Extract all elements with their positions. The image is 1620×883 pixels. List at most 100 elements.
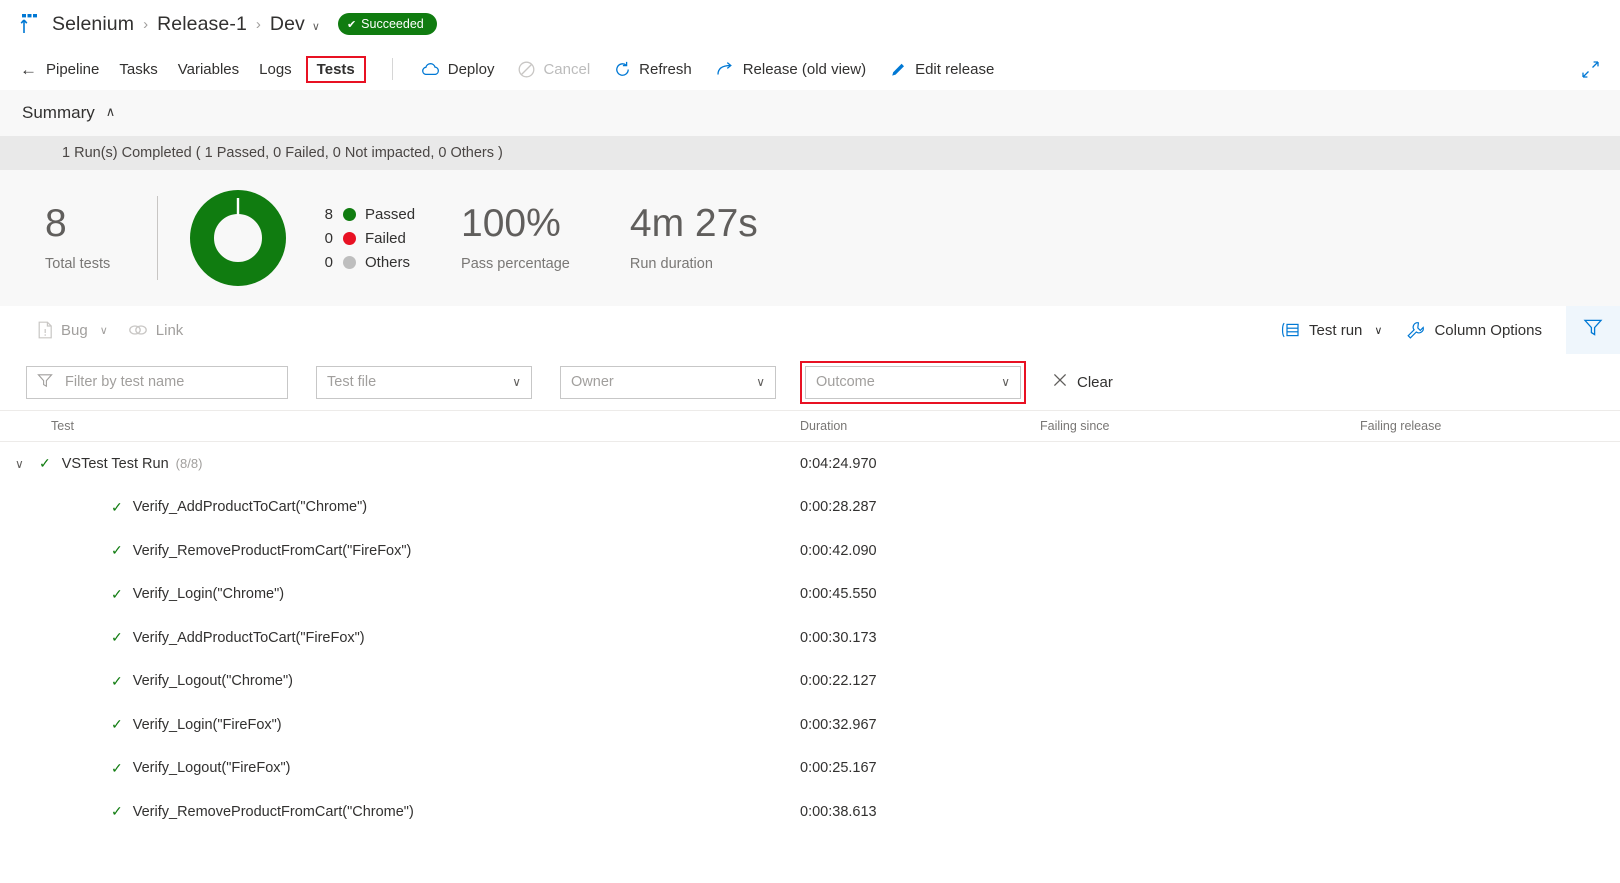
table-header-row: Test Duration Failing since Failing rele… xyxy=(0,410,1620,442)
column-header-test[interactable]: Test xyxy=(0,419,800,433)
table-row[interactable]: ✓ Verify_Logout("FireFox") 0:00:25.167 xyxy=(0,747,1620,791)
column-header-failing-release[interactable]: Failing release xyxy=(1360,419,1600,433)
legend-passed-dot xyxy=(343,207,356,221)
bug-label: Bug xyxy=(61,321,88,339)
pencil-icon xyxy=(890,61,907,78)
bug-button: Bug ∨ xyxy=(28,317,118,343)
outcome-legend: 8 Passed 0 Failed 0 Others xyxy=(316,206,415,271)
clear-filters-button[interactable]: Clear xyxy=(1052,372,1113,392)
breadcrumb-release[interactable]: Release-1 xyxy=(157,13,247,36)
test-results-table: Test Duration Failing since Failing rele… xyxy=(0,410,1620,834)
column-header-failing-since[interactable]: Failing since xyxy=(1040,419,1360,433)
tab-tasks[interactable]: Tasks xyxy=(109,57,167,82)
pass-percentage-value: 100% xyxy=(461,202,561,245)
cancel-button: Cancel xyxy=(506,57,602,82)
column-options-button[interactable]: Column Options xyxy=(1394,317,1554,344)
fullscreen-icon[interactable] xyxy=(1581,60,1600,79)
table-row[interactable]: ✓ Verify_Login("Chrome") 0:00:45.550 xyxy=(0,573,1620,617)
test-name-label: Verify_AddProductToCart("FireFox") xyxy=(132,629,365,646)
outcome-passed-icon: ✓ xyxy=(111,542,123,559)
outcome-filter-highlight: Outcome ∨ xyxy=(800,360,1026,404)
chevron-down-icon[interactable]: ∨ xyxy=(15,457,35,471)
test-name-label: Verify_Logout("FireFox") xyxy=(132,760,291,777)
link-button: Link xyxy=(118,318,194,343)
table-row[interactable]: ✓ Verify_Login("FireFox") 0:00:32.967 xyxy=(0,703,1620,747)
run-duration-stat: 4m 27s Run duration xyxy=(630,204,758,272)
deploy-button[interactable]: Deploy xyxy=(409,57,507,82)
column-header-duration[interactable]: Duration xyxy=(800,419,1040,433)
pass-percentage-label: Pass percentage xyxy=(461,256,570,272)
stats-divider xyxy=(157,196,158,280)
outcome-filter[interactable]: Outcome ∨ xyxy=(805,365,1021,399)
results-action-bar: Bug ∨ Link Test run ∨ Column Options xyxy=(0,306,1620,354)
refresh-label: Refresh xyxy=(639,60,692,78)
table-group-row[interactable]: ∨ ✓ VSTest Test Run (8/8) 0:04:24.970 xyxy=(0,442,1620,486)
table-row[interactable]: ✓ Verify_RemoveProductFromCart("Chrome")… xyxy=(0,790,1620,834)
test-duration-cell: 0:00:38.613 xyxy=(800,803,877,820)
summary-header[interactable]: Summary ∧ xyxy=(0,90,1620,136)
back-arrow-icon[interactable]: ← xyxy=(20,61,37,78)
legend-failed-label: Failed xyxy=(365,229,406,247)
test-file-filter[interactable]: Test file ∨ xyxy=(316,365,532,399)
test-run-grouping-button[interactable]: Test run ∨ xyxy=(1268,318,1394,343)
release-old-view-button[interactable]: Release (old view) xyxy=(704,57,878,82)
cancel-label: Cancel xyxy=(543,60,591,78)
pass-percentage-stat: 100% Pass percentage xyxy=(461,204,570,272)
table-row[interactable]: ✓ Verify_RemoveProductFromCart("FireFox"… xyxy=(0,529,1620,573)
legend-item-others: 0 Others xyxy=(316,254,415,271)
tab-variables[interactable]: Variables xyxy=(168,57,249,82)
outcome-passed-icon: ✓ xyxy=(111,629,123,646)
column-options-label: Column Options xyxy=(1434,321,1542,339)
release-old-view-label: Release (old view) xyxy=(742,60,867,78)
outcome-donut-chart xyxy=(182,190,294,286)
test-duration-cell: 0:00:22.127 xyxy=(800,673,877,690)
chevron-down-icon: ∨ xyxy=(756,375,765,389)
breadcrumb-stage[interactable]: Dev xyxy=(270,13,305,36)
table-row[interactable]: ✓ Verify_AddProductToCart("FireFox") 0:0… xyxy=(0,616,1620,660)
table-row[interactable]: ✓ Verify_Logout("Chrome") 0:00:22.127 xyxy=(0,660,1620,704)
summary-stats: 8 Total tests 8 Passed 0 Failed 0 Others… xyxy=(0,170,1620,306)
chevron-down-icon: ∨ xyxy=(1374,324,1383,337)
test-duration-cell: 0:00:45.550 xyxy=(800,586,877,603)
test-name-filter[interactable]: Filter by test name xyxy=(26,365,288,399)
funnel-icon xyxy=(1583,318,1603,342)
test-name-cell: ✓ Verify_Login("FireFox") xyxy=(0,716,800,733)
tab-pipeline[interactable]: Pipeline xyxy=(46,57,109,82)
test-run-label: Test run xyxy=(1309,321,1363,339)
test-name-cell: ✓ Verify_Login("Chrome") xyxy=(0,586,800,603)
tab-list: ← Pipeline Tasks Variables Logs Tests xyxy=(20,55,370,83)
status-badge: ✔ Succeeded xyxy=(337,13,437,35)
table-row[interactable]: ✓ Verify_AddProductToCart("Chrome") 0:00… xyxy=(0,486,1620,530)
test-name-label: Verify_RemoveProductFromCart("FireFox") xyxy=(132,542,412,559)
legend-others-dot xyxy=(343,255,356,269)
edit-release-button[interactable]: Edit release xyxy=(878,57,1006,82)
action-bar-right: Test run ∨ Column Options xyxy=(1268,306,1620,354)
legend-others-count: 0 xyxy=(324,253,333,271)
test-name-label: Verify_Login("Chrome") xyxy=(132,586,285,603)
chevron-up-icon[interactable]: ∧ xyxy=(106,104,116,120)
chevron-down-icon[interactable]: ∨ xyxy=(312,20,320,33)
test-duration-cell: 0:00:32.967 xyxy=(800,716,877,733)
pipelines-icon xyxy=(16,11,42,37)
test-name-cell: ✓ Verify_Logout("Chrome") xyxy=(0,673,800,690)
outcome-passed-icon: ✓ xyxy=(111,498,123,515)
funnel-icon xyxy=(37,373,53,392)
filter-toggle-button[interactable] xyxy=(1566,306,1620,354)
cloud-icon xyxy=(421,62,440,76)
test-name-label: Verify_Login("FireFox") xyxy=(132,716,282,733)
owner-filter[interactable]: Owner ∨ xyxy=(560,365,776,399)
test-name-cell: ✓ Verify_RemoveProductFromCart("Chrome") xyxy=(0,803,800,820)
test-name-label: Verify_AddProductToCart("Chrome") xyxy=(132,499,368,516)
run-status-text: 1 Run(s) Completed ( 1 Passed, 0 Failed,… xyxy=(62,145,503,161)
breadcrumb-separator: › xyxy=(143,15,149,33)
tab-logs[interactable]: Logs xyxy=(249,57,302,82)
toolbar-divider xyxy=(391,58,393,80)
group-by-icon xyxy=(1280,322,1300,338)
breadcrumb-project[interactable]: Selenium xyxy=(52,13,134,36)
group-duration-cell: 0:04:24.970 xyxy=(800,455,877,472)
tab-tests[interactable]: Tests xyxy=(305,55,366,83)
owner-filter-value: Owner xyxy=(571,374,614,390)
legend-failed-count: 0 xyxy=(324,229,333,247)
command-bar: Deploy Cancel Refresh Release (old view) xyxy=(409,57,1007,82)
refresh-button[interactable]: Refresh xyxy=(602,57,704,82)
